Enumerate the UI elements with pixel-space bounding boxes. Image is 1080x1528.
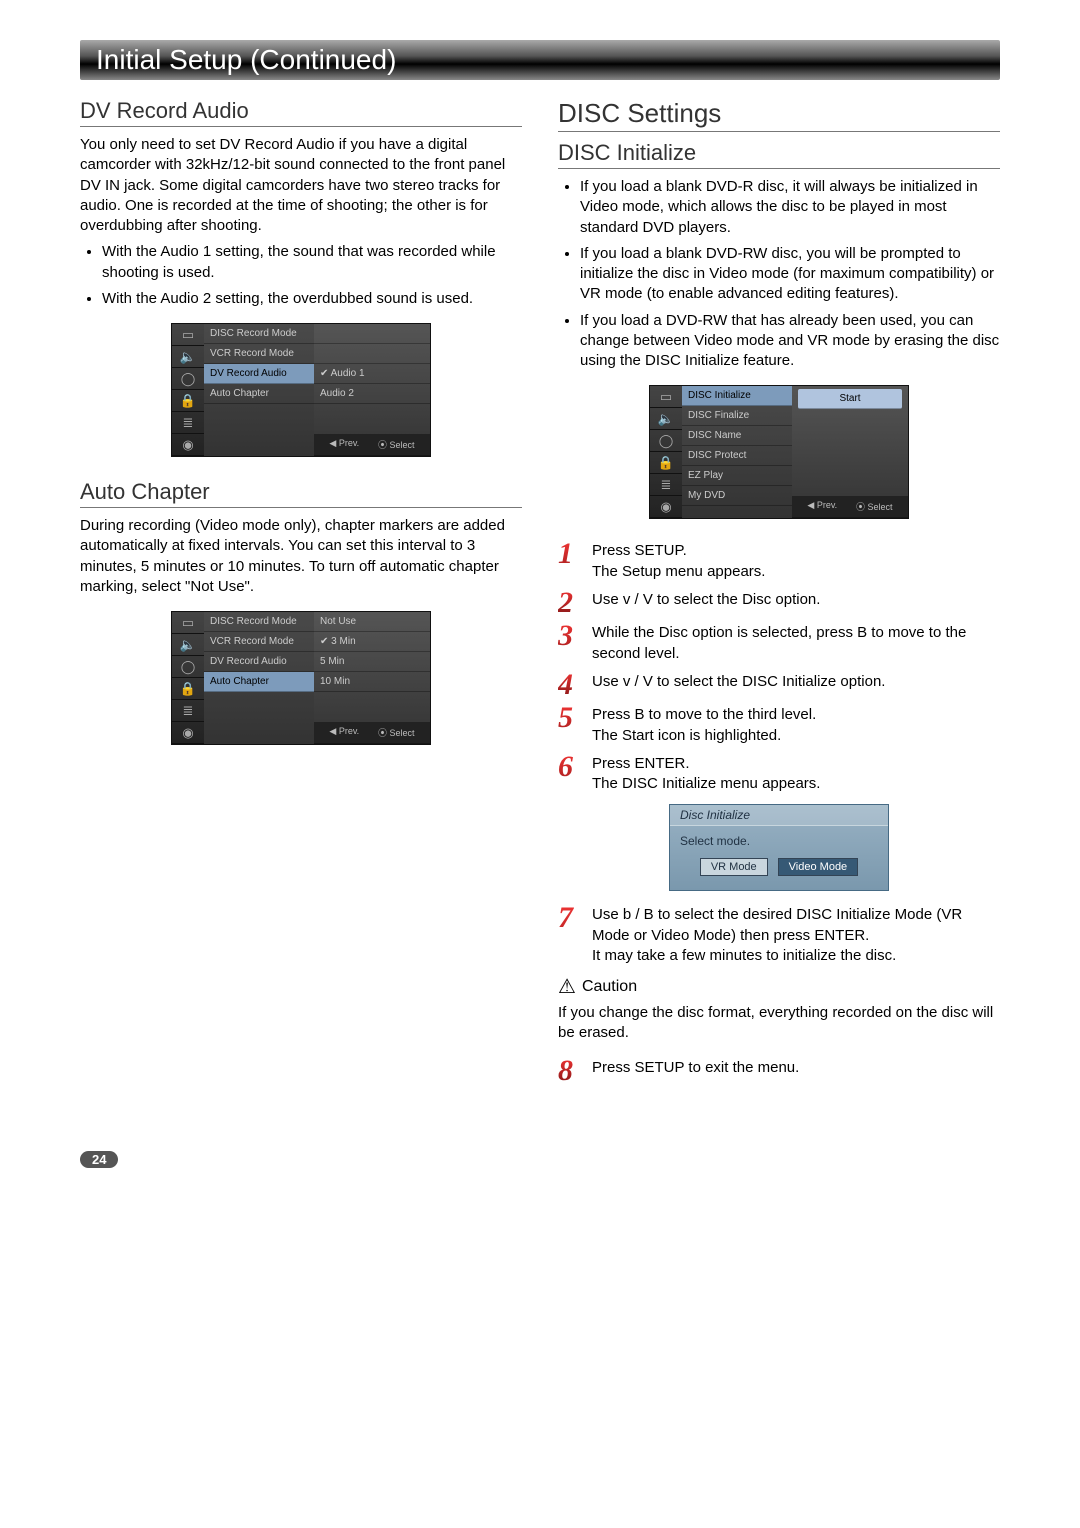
dv-paragraph: You only need to set DV Record Audio if … [80,135,522,236]
menu-item: Auto Chapter [204,384,314,404]
menu-icon-lock: 🔒 [172,390,204,412]
menu-icon-disc: ◯ [172,656,204,678]
step-number: 5 [558,705,584,746]
heading-dv-record-audio: DV Record Audio [80,98,522,127]
menu-item: DV Record Audio [204,652,314,672]
menu-value [314,344,430,364]
menu-item: DISC Name [682,426,792,446]
menu-value: 10 Min [314,672,430,692]
caution-label: Caution [582,978,637,996]
menu-icon-rec: ◉ [650,496,682,518]
step-text: Press SETUP.The Setup menu appears. [592,541,1000,582]
menu-item: My DVD [682,486,792,506]
step-number: 7 [558,905,584,966]
step-8: 8 Press SETUP to exit the menu. [558,1058,1000,1084]
dialog-body-text: Select mode. [680,834,878,848]
step-1: 1 Press SETUP.The Setup menu appears. [558,541,1000,582]
heading-disc-settings: DISC Settings [558,98,1000,132]
menu-item: DISC Finalize [682,406,792,426]
menu-footer-select: ⦿ Select [378,438,415,451]
step-7: 7 Use b / B to select the desired DISC I… [558,905,1000,966]
menu-icon-lock: 🔒 [650,452,682,474]
auto-chapter-paragraph: During recording (Video mode only), chap… [80,516,522,597]
step-text: Use v / V to select the DISC Initialize … [592,672,1000,698]
menu-footer-prev: ◀ Prev. [329,438,359,451]
menu-item: EZ Play [682,466,792,486]
chapter-heading: Initial Setup (Continued) [80,40,1000,80]
step-2: 2 Use v / V to select the Disc option. [558,590,1000,616]
step-text: Press B to move to the third level.The S… [592,705,1000,746]
menu-icon-disc: ◯ [650,430,682,452]
menu-icon-tv: ▭ [172,612,204,634]
menu-footer-select: ⦿ Select [856,500,893,513]
menu-icon-rec: ◉ [172,434,204,456]
dv-bullet-2: With the Audio 2 setting, the overdubbed… [102,289,522,309]
menu-icon-bars: ≣ [172,412,204,434]
menu-item: DISC Record Mode [204,324,314,344]
menu-value: 5 Min [314,652,430,672]
init-bullet-3: If you load a DVD-RW that has already be… [580,311,1000,372]
menu-icon-rec: ◉ [172,722,204,744]
menu-item-selected: Auto Chapter [204,672,314,692]
step-text: Press SETUP to exit the menu. [592,1058,1000,1084]
menu-icon-speaker: 🔈 [172,634,204,656]
init-bullet-1: If you load a blank DVD-R disc, it will … [580,177,1000,238]
menu-footer-select: ⦿ Select [378,726,415,739]
menu-value: Audio 2 [314,384,430,404]
menu-icon-speaker: 🔈 [172,346,204,368]
caution-icon: ⚠ [558,974,576,999]
step-number: 8 [558,1058,584,1084]
step-number: 6 [558,754,584,795]
menu-screenshot-disc-initialize: ▭ 🔈 ◯ 🔒 ≣ ◉ DISC Initialize DISC Finaliz… [649,385,909,519]
menu-item-selected: DISC Initialize [682,386,792,406]
video-mode-button: Video Mode [778,858,859,876]
heading-disc-initialize: DISC Initialize [558,140,1000,169]
step-4: 4 Use v / V to select the DISC Initializ… [558,672,1000,698]
menu-icon-tv: ▭ [172,324,204,346]
step-number: 3 [558,623,584,664]
disc-initialize-dialog: Disc Initialize Select mode. VR Mode Vid… [669,804,889,891]
heading-auto-chapter: Auto Chapter [80,479,522,508]
step-text: Use b / B to select the desired DISC Ini… [592,905,1000,966]
start-button: Start [798,389,902,409]
step-number: 1 [558,541,584,582]
menu-icon-tv: ▭ [650,386,682,408]
step-number: 2 [558,590,584,616]
left-column: DV Record Audio You only need to set DV … [80,98,522,1091]
vr-mode-button: VR Mode [700,858,768,876]
caution-text: If you change the disc format, everythin… [558,1003,1000,1044]
menu-screenshot-dv: ▭ 🔈 ◯ 🔒 ≣ ◉ DISC Record Mode VCR Record … [171,323,431,457]
menu-footer-prev: ◀ Prev. [807,500,837,513]
step-text: Use v / V to select the Disc option. [592,590,1000,616]
menu-value [314,324,430,344]
menu-icon-bars: ≣ [172,700,204,722]
page-number-badge: 24 [80,1151,118,1168]
menu-value: Not Use [314,612,430,632]
menu-item: DISC Record Mode [204,612,314,632]
dialog-title: Disc Initialize [670,805,888,826]
step-text: While the Disc option is selected, press… [592,623,1000,664]
step-5: 5 Press B to move to the third level.The… [558,705,1000,746]
menu-item: VCR Record Mode [204,632,314,652]
menu-screenshot-auto-chapter: ▭ 🔈 ◯ 🔒 ≣ ◉ DISC Record Mode VCR Record … [171,611,431,745]
right-column: DISC Settings DISC Initialize If you loa… [558,98,1000,1091]
step-3: 3 While the Disc option is selected, pre… [558,623,1000,664]
menu-item-selected: DV Record Audio [204,364,314,384]
menu-item: VCR Record Mode [204,344,314,364]
menu-icon-disc: ◯ [172,368,204,390]
init-bullet-2: If you load a blank DVD-RW disc, you wil… [580,244,1000,305]
step-6: 6 Press ENTER.The DISC Initialize menu a… [558,754,1000,795]
menu-item: DISC Protect [682,446,792,466]
menu-icon-speaker: 🔈 [650,408,682,430]
step-text: Press ENTER.The DISC Initialize menu app… [592,754,1000,795]
menu-value-checked: 3 Min [314,632,430,652]
menu-value-checked: Audio 1 [314,364,430,384]
menu-footer-prev: ◀ Prev. [329,726,359,739]
dv-bullet-1: With the Audio 1 setting, the sound that… [102,242,522,283]
menu-icon-lock: 🔒 [172,678,204,700]
step-number: 4 [558,672,584,698]
menu-icon-bars: ≣ [650,474,682,496]
